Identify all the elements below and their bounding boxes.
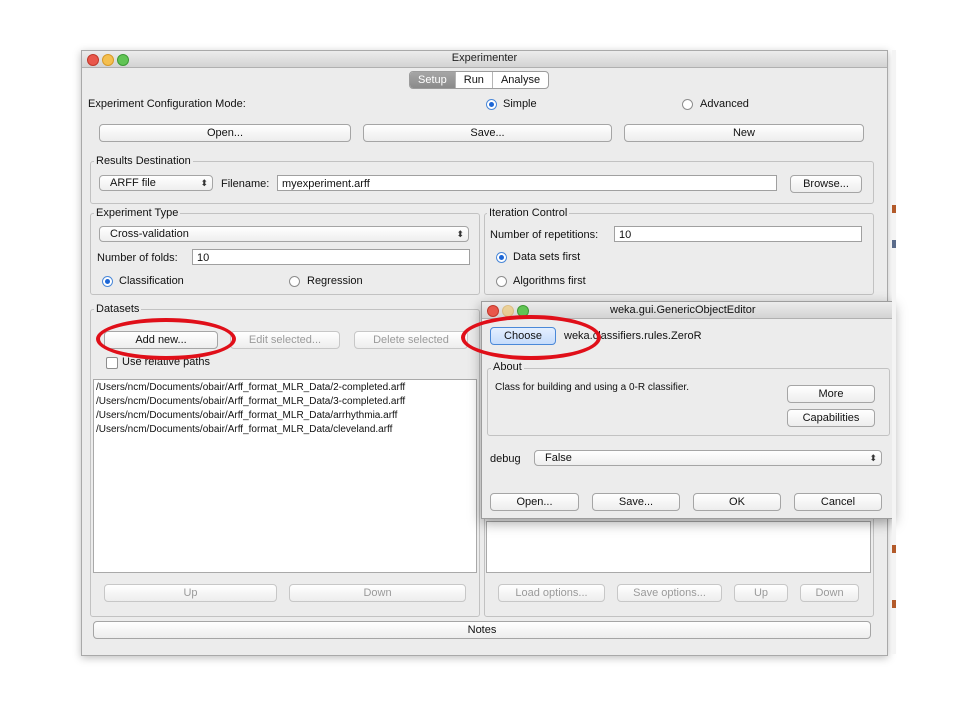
results-format-select[interactable]: ARFF file ⬍ [99,175,213,191]
debug-value: False [545,452,572,464]
filename-label: Filename: [221,178,270,190]
close-icon[interactable] [487,305,499,317]
updown-arrows-icon: ⬍ [200,178,208,188]
title-bar: Experimenter [82,51,887,68]
save-options-button[interactable]: Save options... [617,584,722,602]
classification-label: Classification [119,275,184,287]
tab-run[interactable]: Run [456,72,493,88]
cancel-button[interactable]: Cancel [794,493,882,511]
ok-button[interactable]: OK [693,493,781,511]
browse-button[interactable]: Browse... [790,175,862,193]
datasets-down-button[interactable]: Down [289,584,466,602]
editor-save-button[interactable]: Save... [592,493,680,511]
experiment-type-select[interactable]: Cross-validation ⬍ [99,226,469,242]
background-fragment [892,545,896,553]
list-item[interactable]: /Users/ncm/Documents/obair/Arff_format_M… [94,409,476,423]
filename-input[interactable]: myexperiment.arff [277,175,777,191]
config-mode-label: Experiment Configuration Mode: [88,98,246,110]
classification-radio[interactable] [102,276,113,287]
relative-paths-checkbox[interactable] [106,357,118,369]
list-item[interactable]: /Users/ncm/Documents/obair/Arff_format_M… [94,380,476,395]
iteration-control-legend: Iteration Control [487,207,570,219]
list-item[interactable]: /Users/ncm/Documents/obair/Arff_format_M… [94,423,476,437]
about-legend: About [491,361,524,373]
debug-select[interactable]: False ⬍ [534,450,882,466]
repetitions-label: Number of repetitions: [490,229,599,241]
datasets-legend: Datasets [94,303,142,315]
dialog-title: weka.gui.GenericObjectEditor [610,304,756,316]
data-first-label: Data sets first [513,251,581,263]
repetitions-input[interactable]: 10 [614,226,862,242]
folds-input[interactable]: 10 [192,249,470,265]
algo-first-radio[interactable] [496,276,507,287]
algorithms-list[interactable] [486,521,871,573]
experiment-type-legend: Experiment Type [94,207,181,219]
delete-selected-button[interactable]: Delete selected [354,331,468,349]
tab-setup[interactable]: Setup [410,72,456,88]
debug-label: debug [490,453,521,465]
highlight-oval-choose [461,315,601,360]
results-destination-legend: Results Destination [94,155,193,167]
datasets-up-button[interactable]: Up [104,584,277,602]
edit-selected-button[interactable]: Edit selected... [230,331,340,349]
datasets-list[interactable]: /Users/ncm/Documents/obair/Arff_format_M… [93,379,477,573]
tab-analyse[interactable]: Analyse [493,72,548,88]
load-options-button[interactable]: Load options... [498,584,605,602]
folds-label: Number of folds: [97,252,178,264]
tab-bar: Setup Run Analyse [409,71,550,89]
highlight-oval-add-new [96,318,236,360]
save-button[interactable]: Save... [363,124,612,142]
algo-first-label: Algorithms first [513,275,586,287]
simple-label: Simple [503,98,537,110]
data-first-radio[interactable] [496,252,507,263]
results-format-value: ARFF file [110,177,156,189]
open-button[interactable]: Open... [99,124,351,142]
advanced-label: Advanced [700,98,749,110]
notes-button[interactable]: Notes [93,621,871,639]
simple-radio[interactable] [486,99,497,110]
capabilities-button[interactable]: Capabilities [787,409,875,427]
background-fragment [892,205,896,213]
background-fragment [892,600,896,608]
more-button[interactable]: More [787,385,875,403]
regression-radio[interactable] [289,276,300,287]
updown-arrows-icon: ⬍ [869,453,877,463]
window-title: Experimenter [451,52,518,64]
new-button[interactable]: New [624,124,864,142]
algorithms-up-button[interactable]: Up [734,584,788,602]
experiment-type-value: Cross-validation [110,228,189,240]
regression-label: Regression [307,275,363,287]
advanced-radio[interactable] [682,99,693,110]
background-fragment [892,240,896,248]
list-item[interactable]: /Users/ncm/Documents/obair/Arff_format_M… [94,395,476,409]
background-window-edge [892,50,896,654]
algorithms-down-button[interactable]: Down [800,584,859,602]
updown-arrows-icon: ⬍ [456,229,464,239]
about-text: Class for building and using a 0-R class… [495,382,689,393]
editor-open-button[interactable]: Open... [490,493,579,511]
